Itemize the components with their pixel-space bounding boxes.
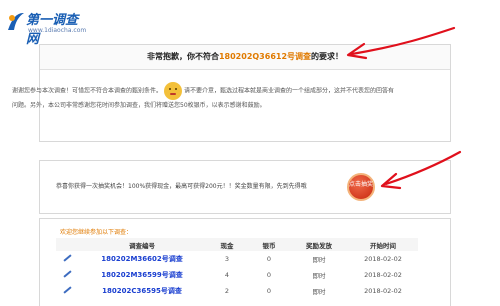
coins-value: 0: [266, 271, 272, 279]
cash-value: 2: [224, 287, 230, 295]
col-edit: [56, 238, 78, 251]
notice-body: 谢谢您参与本次调查！可惜您不符合本调查的甄别条件。 请不要介意，甄选过程本就是商业…: [12, 82, 398, 111]
survey-id-link[interactable]: 180202C36595号调查: [78, 283, 206, 299]
start-time-value: 2018-02-02: [364, 255, 402, 263]
payout-value: 即时: [312, 288, 326, 296]
table-row[interactable]: 180202M36602号调查 3 0 即时 2018-02-02: [56, 251, 418, 267]
logo-url: www.1diaocha.com: [28, 27, 87, 34]
logo-mark-icon: [8, 12, 24, 30]
col-coins: 银币: [248, 238, 290, 251]
edit-pen-icon[interactable]: [62, 286, 72, 294]
edit-pen-icon[interactable]: [62, 254, 72, 262]
col-payout: 奖励发放: [290, 238, 348, 251]
start-time-value: 2018-02-02: [364, 271, 402, 279]
col-cash: 现金: [206, 238, 248, 251]
cash-value: 3: [224, 255, 230, 263]
notice-survey-number: 180202Q36612号调查: [218, 52, 312, 61]
cash-value: 4: [224, 271, 230, 279]
table-row[interactable]: 180202M36599号调查 4 0 即时 2018-02-02: [56, 267, 418, 283]
payout-value: 即时: [312, 256, 326, 264]
edit-pen-icon[interactable]: [62, 270, 72, 278]
start-time-value: 2018-02-02: [364, 287, 402, 295]
col-survey-id: 调查编号: [78, 238, 206, 251]
survey-list-panel: 欢迎您继续参加以下调查： 调查编号 现金 银币 奖励发放 开始时间 180202…: [39, 218, 451, 306]
lottery-button[interactable]: 点击抽奖: [347, 173, 375, 201]
coins-value: 0: [266, 287, 272, 295]
survey-table: 调查编号 现金 银币 奖励发放 开始时间 180202M36602号调查 3 0…: [56, 238, 418, 299]
survey-id-link[interactable]: 180202M36602号调查: [78, 251, 206, 267]
notice-body-a: 谢谢您参与本次调查！可惜您不符合本调查的甄别条件。: [12, 87, 163, 95]
annotation-arrow-top: [346, 26, 456, 60]
invite-text: 欢迎您继续参加以下调查：: [60, 229, 133, 236]
payout-value: 即时: [312, 272, 326, 280]
sad-face-icon: [164, 82, 183, 100]
annotation-arrow-lottery: [380, 150, 462, 190]
survey-id-link[interactable]: 180202M36599号调查: [78, 267, 206, 283]
col-start-time: 开始时间: [348, 238, 418, 251]
coins-value: 0: [266, 255, 272, 263]
site-logo[interactable]: 第一调查网 www.1diaocha.com: [6, 6, 87, 47]
notice-prefix: 非常抱歉，你不符合: [146, 52, 219, 61]
lottery-message: 恭喜你获得一次抽奖机会！100%获得现金，最高可获得200元！！奖金数量有限，先…: [56, 183, 307, 190]
table-row[interactable]: 180202C36595号调查 2 0 即时 2018-02-02: [56, 283, 418, 299]
table-header-row: 调查编号 现金 银币 奖励发放 开始时间: [56, 238, 418, 251]
